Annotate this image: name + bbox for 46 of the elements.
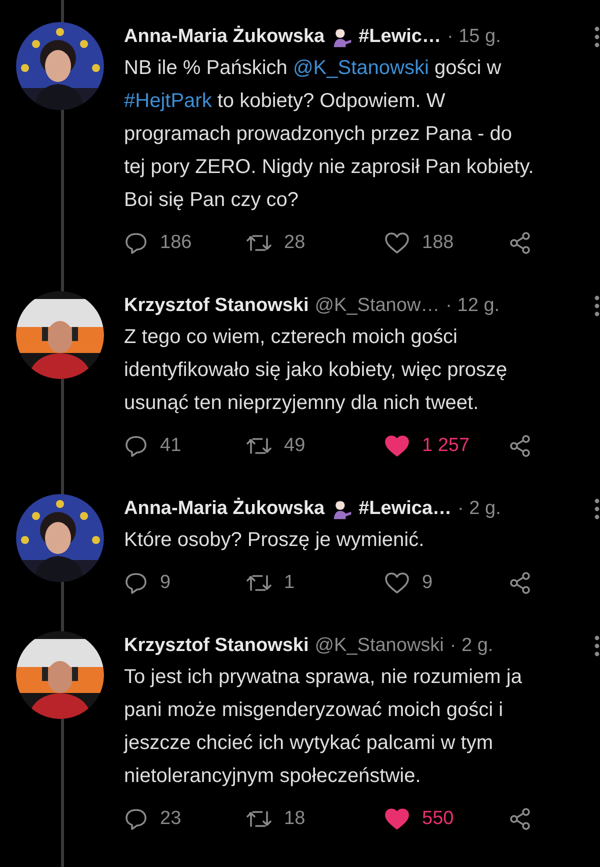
tweet-link[interactable]: #HejtPark: [124, 90, 212, 112]
like-count: 188: [422, 232, 454, 254]
author-name[interactable]: Krzysztof Stanowski: [124, 635, 309, 657]
tweet-text: Z tego co wiem, czterech moich gości identyfikowało się jako kobiety, więc proszę usunąć ten nieprzyjemny dla nich tweet.: [124, 325, 508, 416]
tweet-text: Które osoby? Proszę je wymienić.: [124, 528, 426, 553]
author-name[interactable]: Anna-Maria Żukowska: [124, 26, 325, 48]
reply-icon[interactable]: [124, 434, 148, 458]
reply-icon[interactable]: [124, 231, 148, 255]
more-icon[interactable]: [594, 295, 600, 317]
reply-icon[interactable]: [124, 571, 148, 595]
user-handle[interactable]: @K_Stanowski: [314, 635, 444, 657]
tweet-link[interactable]: @K_Stanowski: [292, 57, 429, 79]
share-icon[interactable]: [508, 807, 532, 831]
tweet-time: · 12 g.: [446, 295, 500, 317]
retweet-count: 28: [284, 232, 306, 254]
share-icon[interactable]: [508, 434, 532, 458]
tweet-text: NB ile % Pańskich @K_Stanowski gości w #HejtPark to kobiety? Odpowiem. W programach prowadzonych przez Pana - do tej pory ZERO. Nigdy nie zaprosił Pan kobiety. Boi się Pan czy co?: [124, 56, 535, 213]
author-name[interactable]: Krzysztof Stanowski: [124, 295, 309, 317]
retweet-count: 1: [284, 572, 295, 594]
reply-count: 23: [160, 808, 182, 830]
name-hashtag: #Lewica…: [358, 498, 452, 520]
name-hashtag: #Lewic…: [358, 26, 441, 48]
reply-count: 186: [160, 232, 192, 254]
author-name[interactable]: Anna-Maria Żukowska: [124, 498, 325, 520]
like-icon[interactable]: [384, 807, 410, 831]
like-count: 1 257: [422, 435, 470, 457]
like-count: 550: [422, 808, 454, 830]
tweet-text: To jest ich prywatna sprawa, nie rozumiem ja pani może misgenderyzować moich gości i jeszcze chcieć ich wytykać palcami w tym nietolerancyjnym społeczeństwie.: [124, 665, 523, 789]
tweet-time: · 2 g.: [458, 498, 501, 520]
like-icon[interactable]: [384, 434, 410, 458]
reply-count: 41: [160, 435, 182, 457]
more-icon[interactable]: [594, 498, 600, 520]
tweet-time: · 2 g.: [450, 635, 494, 657]
retweet-count: 18: [284, 808, 306, 830]
reply-count: 9: [160, 572, 171, 594]
retweet-count: 49: [284, 435, 306, 457]
like-icon[interactable]: [384, 571, 410, 595]
user-handle[interactable]: @K_Stanow…: [314, 295, 440, 317]
more-icon[interactable]: [594, 635, 600, 657]
like-count: 9: [422, 572, 433, 594]
more-icon[interactable]: [594, 26, 600, 48]
share-icon[interactable]: [508, 231, 532, 255]
reply-icon[interactable]: [124, 807, 148, 831]
like-icon[interactable]: [384, 231, 410, 255]
tweet-time: · 15 g.: [446, 26, 501, 48]
share-icon[interactable]: [508, 571, 532, 595]
